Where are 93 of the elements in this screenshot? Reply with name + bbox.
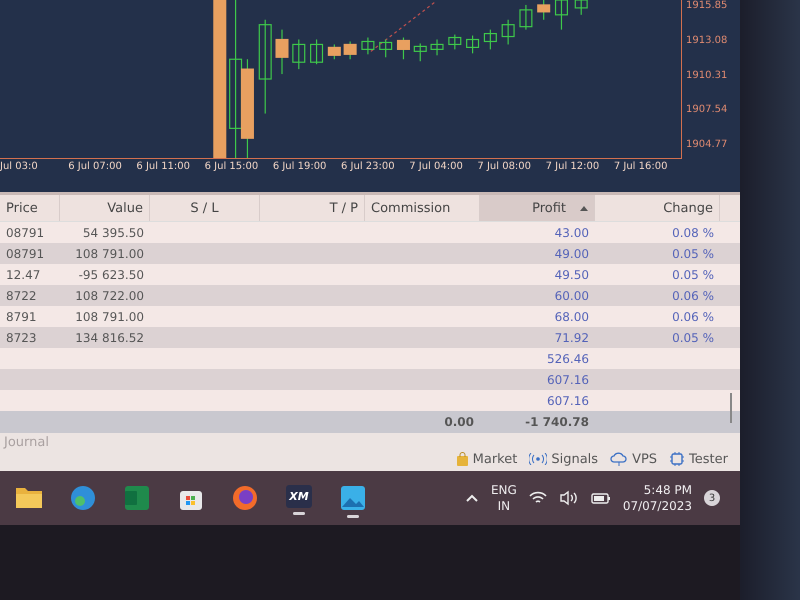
chip-icon	[669, 451, 686, 467]
candle	[396, 38, 410, 60]
commission-total: 0.00	[444, 415, 474, 429]
candle	[344, 41, 357, 60]
toolbox-link[interactable]: Signals	[529, 451, 598, 467]
toolbox-link[interactable]: VPS	[610, 451, 658, 467]
scrollbar-thumb[interactable]	[730, 393, 732, 423]
picture-icon	[340, 484, 366, 510]
profit-cell: 43.00	[554, 226, 589, 240]
candle	[502, 20, 515, 44]
price-axis-label: 1907.54	[685, 104, 728, 116]
time-axis-label: 7 Jul 16:00	[614, 161, 668, 172]
candle	[537, 0, 550, 20]
time-axis-label: 7 Jul 08:00	[477, 161, 532, 172]
profit-cell: 49.00	[554, 246, 589, 260]
candle	[414, 43, 427, 62]
sort-arrow-icon	[580, 206, 588, 210]
column-header[interactable]: Change	[595, 195, 720, 221]
trend-line	[370, 2, 436, 52]
xm-logo: XM	[286, 484, 312, 508]
clock-time[interactable]: 5:48 PM	[644, 483, 692, 497]
candle	[379, 40, 392, 58]
change-cell: 0.08 %	[672, 226, 714, 240]
battery-icon[interactable]	[590, 491, 611, 505]
running-indicator	[347, 514, 359, 518]
column-header[interactable]: Price	[0, 195, 60, 221]
wifi-icon[interactable]	[528, 491, 547, 505]
time-axis-label: 7 Jul 12:00	[546, 161, 600, 172]
price-cell: 12.47	[6, 268, 40, 282]
candle	[484, 30, 497, 50]
value-cell: 134 816.52	[75, 330, 144, 344]
column-header[interactable]: S / L	[150, 195, 260, 221]
language-label[interactable]: ENG	[490, 483, 517, 497]
price-cell: 08791	[6, 246, 44, 260]
value-cell: 108 791.00	[75, 310, 144, 324]
change-cell: 0.05 %	[672, 268, 714, 282]
column-header[interactable]: T / P	[260, 195, 365, 221]
price-axis-label: 1913.08	[685, 34, 728, 46]
speaker-icon[interactable]	[558, 490, 579, 506]
toolbox-link[interactable]: Tester	[669, 451, 728, 467]
price-axis-label: 1910.31	[685, 70, 728, 80]
change-cell: 0.06 %	[672, 310, 714, 324]
candle	[574, 0, 588, 15]
candle	[466, 36, 480, 54]
spreadsheet-icon	[124, 484, 150, 510]
candle	[275, 30, 289, 74]
change-cell: 0.06 %	[672, 288, 714, 302]
profit-cell: 71.92	[554, 330, 589, 344]
cloud-icon	[610, 452, 628, 466]
running-indicator	[293, 512, 305, 514]
value-cell: -95 623.50	[78, 268, 144, 282]
taskbar-app[interactable]: XM	[284, 478, 314, 518]
price-cell: 8723	[6, 330, 37, 344]
profit-cell: 526.46	[547, 352, 589, 366]
value-cell: 108 791.00	[75, 246, 144, 260]
profit-cell: 68.00	[554, 310, 589, 324]
candle	[292, 40, 306, 70]
value-cell: 54 395.50	[82, 226, 144, 240]
price-cell: 08791	[6, 226, 44, 240]
price-cell: 8722	[6, 288, 37, 302]
candle	[328, 44, 341, 60]
candle	[519, 4, 532, 30]
profit-cell: 49.50	[554, 268, 589, 282]
column-header[interactable]: Value	[60, 195, 150, 221]
time-axis-label: 6 Jul 15:00	[204, 161, 260, 172]
candle	[361, 38, 374, 54]
clock-date[interactable]: 07/07/2023	[622, 499, 692, 513]
region-label[interactable]: IN	[498, 499, 510, 513]
time-axis-label: 6 Jul 07:00	[68, 161, 123, 172]
change-cell: 0.05 %	[672, 246, 714, 260]
time-axis-label: 7 Jul 04:00	[409, 161, 464, 172]
notification-badge[interactable]: 3	[704, 490, 720, 506]
candle	[310, 40, 324, 64]
column-header[interactable]: Profit	[480, 195, 595, 221]
profit-cell: 607.16	[547, 372, 589, 386]
value-cell: 108 722.00	[75, 288, 144, 302]
candle	[430, 40, 444, 56]
price-axis-label: 1915.85	[685, 0, 728, 11]
chevron-up-icon[interactable]	[464, 493, 479, 503]
candle	[554, 0, 568, 30]
change-cell: 0.05 %	[672, 330, 714, 344]
signal-waves-icon	[529, 453, 548, 465]
price-cell: 8791	[6, 310, 37, 324]
price-axis-label: 1904.77	[685, 139, 728, 150]
time-axis-label: 6 Jul 19:00	[272, 161, 328, 172]
toolbox-link[interactable]: Market	[456, 451, 518, 467]
time-axis-label: 6 Jul 23:00	[341, 161, 396, 172]
profit-cell: 60.00	[554, 288, 589, 302]
time-axis-label: 6 Jul 11:00	[136, 161, 192, 172]
profit-total: -1 740.78	[525, 415, 589, 429]
profit-cell: 607.16	[547, 394, 589, 408]
candle	[448, 34, 462, 50]
browser-icon	[70, 484, 96, 510]
